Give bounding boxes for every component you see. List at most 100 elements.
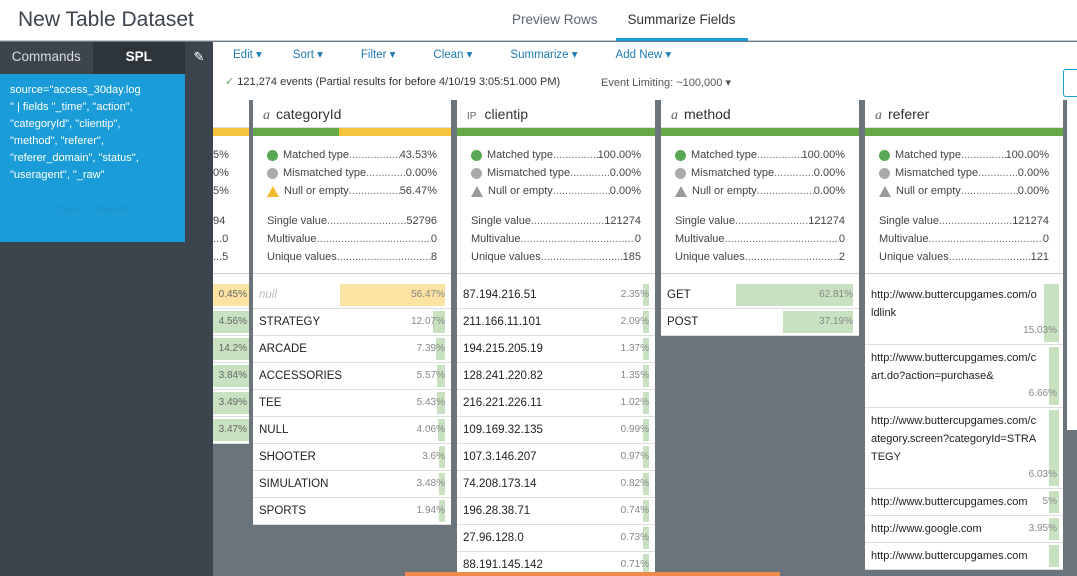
multivalue: Multivalue..............................…	[267, 230, 437, 248]
value-row[interactable]: http://www.buttercupgames.com 5%	[865, 489, 1063, 516]
value-row[interactable]: http://www.buttercupgames.com	[865, 543, 1063, 570]
value-row[interactable]: 87.194.216.51 2.35%	[457, 282, 655, 309]
matched-type-value: 100.00%	[801, 149, 845, 161]
value-label: 196.28.38.71	[463, 505, 531, 517]
unique-values-value: 121	[1030, 251, 1049, 263]
multivalue-value: 0	[838, 233, 845, 245]
value-row[interactable]: 194.215.205.19 1.37%	[457, 336, 655, 363]
partial-row[interactable]: 3.49%	[213, 390, 249, 417]
single-value-value: 121274	[1012, 215, 1049, 227]
circle-icon	[675, 167, 686, 179]
search-field-edge[interactable]	[1063, 69, 1077, 97]
column-name: categoryId	[276, 106, 342, 122]
value-label: 128.241.220.82	[463, 370, 543, 382]
mismatched-type-label: Mismatched type	[487, 167, 571, 179]
unique-values-label: Unique values	[879, 251, 949, 263]
mismatched-type-leader: ........................................…	[570, 167, 610, 179]
page-title: New Table Dataset	[18, 8, 194, 31]
value-row[interactable]: 196.28.38.71 0.74%	[457, 498, 655, 525]
single-value: Single value............................…	[471, 212, 641, 230]
edit-pencil-icon[interactable]: ✎	[185, 42, 213, 74]
value-row[interactable]: TEE 5.43%	[253, 390, 451, 417]
value-label: http://www.buttercupgames.com	[871, 496, 1028, 508]
value-row[interactable]: 109.169.32.135 0.99%	[457, 417, 655, 444]
open-in-search-link[interactable]: Open in Search	[0, 204, 185, 216]
event-limiting-dropdown[interactable]: Event Limiting: ~100,000 ▾	[601, 76, 731, 89]
matched-type-leader: ........................................…	[553, 149, 598, 161]
field-column-method[interactable]: amethod Matched type.....................…	[661, 100, 859, 336]
partial-row-pct: 3.47%	[218, 424, 247, 435]
menu-summarize[interactable]: Summarize ▾	[510, 47, 577, 61]
value-row[interactable]: POST 37.19%	[661, 309, 859, 336]
value-row[interactable]: STRATEGY 12.07%	[253, 309, 451, 336]
value-row[interactable]: 216.221.226.11 1.02%	[457, 390, 655, 417]
left-panel: Commands SPL ✎ source="access_30day.log …	[0, 42, 213, 576]
multivalue-value: 0	[1042, 233, 1049, 245]
value-row[interactable]: 128.241.220.82 1.35%	[457, 363, 655, 390]
multivalue-value: 0	[430, 233, 437, 245]
value-row[interactable]: 107.3.146.207 0.97%	[457, 444, 655, 471]
menu-add-new[interactable]: Add New ▾	[616, 47, 672, 61]
menu-sort[interactable]: Sort ▾	[293, 47, 323, 61]
value-row[interactable]: http://www.buttercupgames.com/category.s…	[865, 408, 1063, 489]
partial-stat: 5%	[213, 185, 229, 197]
menu-filter[interactable]: Filter ▾	[361, 47, 396, 61]
value-percent: 3.95%	[1028, 523, 1057, 534]
value-row[interactable]: 27.96.128.0 0.73%	[457, 525, 655, 552]
value-row[interactable]: http://www.buttercupgames.com/oldlink 15.…	[865, 282, 1063, 345]
menu-summarize-label: Summarize	[510, 49, 569, 61]
column-name: method	[684, 106, 731, 122]
value-row[interactable]: 211.166.11.101 2.09%	[457, 309, 655, 336]
column-header[interactable]: a method	[661, 100, 859, 128]
value-percent: 56.47%	[411, 289, 445, 300]
menu-clean[interactable]: Clean ▾	[433, 47, 472, 61]
menu-edit[interactable]: Edit ▾	[233, 47, 262, 61]
partial-row[interactable]: 3.47%	[213, 417, 249, 444]
value-row[interactable]: NULL 4.06%	[253, 417, 451, 444]
value-row[interactable]: SIMULATION 3.48%	[253, 471, 451, 498]
tab-spl[interactable]: SPL	[92, 42, 185, 74]
value-row[interactable]: http://www.buttercupgames.com/cart.do?ac…	[865, 345, 1063, 408]
value-percent: 4.06%	[416, 424, 445, 435]
tab-preview-rows[interactable]: Preview Rows	[500, 0, 610, 41]
toolbar-menus: Edit ▾ Sort ▾ Filter ▾ Clean ▾ Summarize…	[233, 47, 671, 61]
toolbar: Edit ▾ Sort ▾ Filter ▾ Clean ▾ Summarize…	[213, 42, 1077, 100]
null-or-empty-label: Null or empty	[488, 185, 553, 197]
quality-bar	[457, 128, 655, 136]
column-header[interactable]: IP clientip	[457, 100, 655, 128]
partial-row-pct: 14.2%	[218, 343, 247, 354]
value-row[interactable]: ACCESSORIES 5.57%	[253, 363, 451, 390]
column-header[interactable]: a categoryId	[253, 100, 451, 128]
column-header[interactable]: a referer	[865, 100, 1063, 128]
partial-row[interactable]: 14.2%	[213, 336, 249, 363]
spl-editor[interactable]: source="access_30day.log " | fields "_ti…	[0, 74, 185, 242]
value-row[interactable]: SPORTS 1.94%	[253, 498, 451, 525]
value-percent: 0.97%	[620, 451, 649, 462]
horizontal-scrollbar[interactable]	[405, 572, 780, 576]
field-column-clientip[interactable]: IP clientip Matched type..................…	[457, 100, 655, 576]
partial-row[interactable]: 4.56%	[213, 309, 249, 336]
top-bar: New Table Dataset Preview Rows Summarize…	[0, 0, 1077, 41]
partial-row[interactable]: 0.45%	[213, 282, 249, 309]
tab-commands[interactable]: Commands	[0, 42, 93, 74]
value-label: 27.96.128.0	[463, 532, 524, 544]
mismatched-type-label: Mismatched type	[691, 167, 775, 179]
value-row[interactable]: 74.208.173.14 0.82%	[457, 471, 655, 498]
field-column-categoryId[interactable]: a categoryId Matched type.................…	[253, 100, 451, 525]
partial-row[interactable]: 3.84%	[213, 363, 249, 390]
value-percent: 0.74%	[620, 505, 649, 516]
value-row[interactable]: GET 62.81%	[661, 282, 859, 309]
multivalue: Multivalue..............................…	[675, 230, 845, 248]
value-row[interactable]: SHOOTER 3.6%	[253, 444, 451, 471]
value-row[interactable]: http://www.google.com 3.95%	[865, 516, 1063, 543]
value-row[interactable]: ARCADE 7.39%	[253, 336, 451, 363]
tab-summarize-fields[interactable]: Summarize Fields	[615, 0, 748, 41]
value-row[interactable]: null 56.47%	[253, 282, 451, 309]
mismatched-type-value: 0.00%	[1017, 167, 1049, 179]
field-column-referer[interactable]: a referer Matched type....................…	[865, 100, 1063, 570]
partial-row-pct: 0.45%	[218, 289, 247, 300]
partial-column-header	[213, 100, 249, 128]
